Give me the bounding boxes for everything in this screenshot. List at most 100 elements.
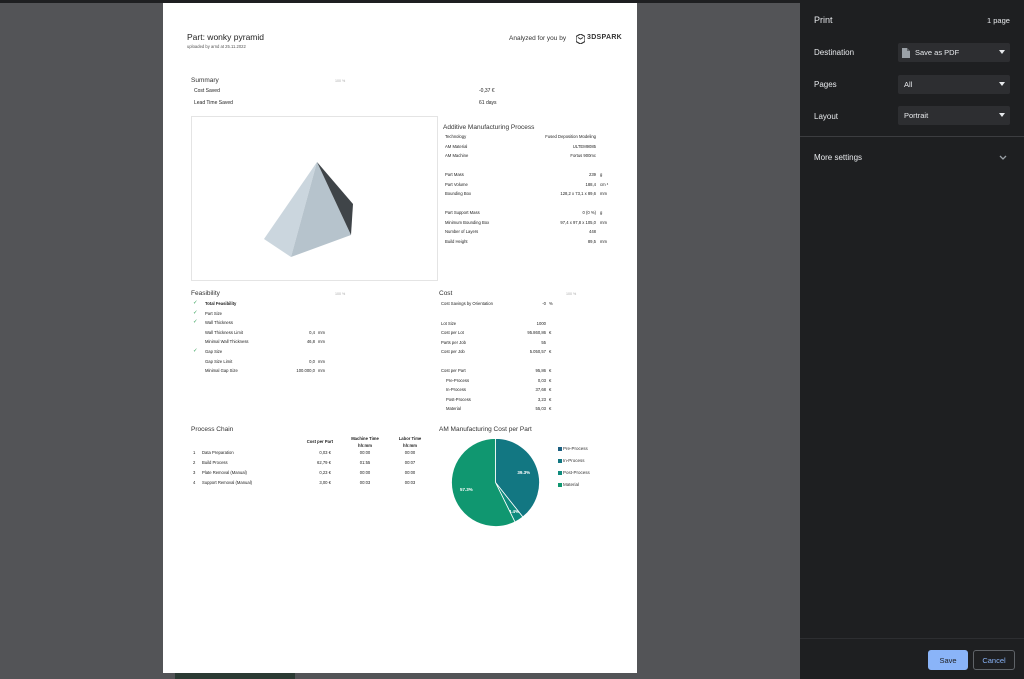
am-row-value: 448: [589, 229, 596, 234]
feasibility-label: Part Size: [205, 310, 222, 316]
am-row-label: Minimum Bounding Box: [445, 219, 490, 225]
cost-value: 5.050,57: [529, 349, 546, 354]
layout-select[interactable]: Portrait: [898, 106, 1010, 125]
legend-entry: Pre-Process: [563, 446, 588, 451]
cost-unit: €: [549, 397, 552, 402]
feasibility-label: Total Feasibility: [205, 301, 237, 306]
check-icon: ✓: [193, 300, 198, 306]
chevron-down-icon: [999, 50, 1005, 54]
chain-machine-time: 00:00: [359, 450, 371, 455]
am-row-value: ULTEM9085: [572, 143, 596, 149]
cost-label: Lot Size: [441, 321, 457, 326]
feasibility-label: Gap Size Limit: [205, 358, 233, 364]
cost-value: 55,03: [535, 406, 546, 411]
col-machine-time-unit: hh:mm: [358, 443, 372, 448]
cost-value: 37,68: [535, 387, 546, 392]
am-row-label: Bounding Box: [445, 191, 472, 196]
am-row-label: Number of Layers: [445, 229, 479, 234]
am-row-value: Fused Deposition Modeling: [545, 134, 596, 139]
cancel-button[interactable]: Cancel: [973, 650, 1015, 670]
am-row-value: 89,5: [587, 238, 596, 244]
layout-value: Portrait: [904, 111, 929, 120]
legend-swatch: [558, 470, 562, 475]
feasibility-unit: mm: [318, 329, 325, 335]
summary-value: 61 days: [479, 100, 497, 106]
am-row-value: 97,4 x 97,8 x 105,0: [560, 219, 596, 225]
cost-label: Pre-Process: [446, 378, 470, 383]
destination-select[interactable]: Save as PDF: [898, 43, 1010, 62]
cost-unit: €: [549, 406, 552, 411]
chain-machine-time: 00:03: [359, 480, 371, 485]
bottom-strip: [175, 673, 295, 679]
cost-value: -0: [542, 301, 546, 306]
page-count: 1 page: [987, 16, 1010, 25]
cost-value: 95.860,86: [527, 330, 546, 335]
cost-value: 95,86: [535, 368, 546, 373]
summary-label: Lead Time Saved: [194, 100, 233, 106]
cost-unit: €: [549, 349, 552, 354]
am-row-unit: mm: [600, 238, 607, 244]
am-process-heading: Additive Manufacturing Process: [443, 124, 535, 131]
feasibility-unit: mm: [318, 339, 325, 345]
feasibility-label: Wall Thickness Limit: [205, 329, 243, 335]
pyramid-model-icon: [264, 162, 353, 257]
am-row-value: Fortus 900mc: [570, 153, 596, 158]
legend-swatch: [558, 446, 562, 451]
layout-label: Layout: [814, 112, 839, 121]
report-uploaded: uploaded by arnd at 25.11.2022: [187, 44, 246, 49]
feasibility-value: 46,8: [306, 339, 315, 345]
brand-mark-icon: [576, 34, 585, 44]
cost-label: Cost per Lot: [441, 330, 464, 335]
print-settings-panel: Print 1 page Destination Save as PDF Pag…: [800, 0, 1024, 679]
summary-pct: 100 %: [335, 79, 346, 83]
pages-value: All: [904, 80, 913, 89]
destination-value: Save as PDF: [915, 48, 960, 57]
print-preview-area[interactable]: Part: wonky pyramid uploaded by arnd at …: [0, 3, 800, 679]
footer-divider: [800, 638, 1024, 639]
chain-machine-time: 01:55: [359, 460, 371, 465]
am-row-label: Part Volume: [445, 181, 468, 187]
feasibility-label: Minimal Gap Size: [205, 368, 238, 374]
destination-label: Destination: [814, 48, 855, 57]
cost-value: 0,03: [537, 378, 546, 383]
am-row-label: Build Height: [445, 238, 468, 244]
chart-title: AM Manufacturing Cost per Part: [439, 426, 532, 433]
cost-unit: €: [549, 368, 552, 373]
part-3d-viewer[interactable]: [191, 116, 438, 281]
cost-pie-chart: 39.3%3.4%57.3%: [451, 438, 540, 527]
chain-step-number: 2: [193, 460, 196, 465]
save-button[interactable]: Save: [928, 650, 968, 670]
chevron-down-icon: [999, 82, 1005, 86]
feasibility-label: Gap Size: [205, 349, 223, 354]
am-row-value: 239: [589, 172, 596, 177]
cost-label: In-Process: [446, 387, 467, 392]
pages-select[interactable]: All: [898, 75, 1010, 94]
cost-unit: €: [549, 330, 552, 335]
chain-step-name: Plate Removal (Manual): [202, 470, 247, 475]
cost-unit: €: [549, 387, 552, 392]
pages-label: Pages: [814, 80, 837, 89]
feasibility-value: 0,0: [309, 358, 315, 364]
report-title: Part: wonky pyramid: [187, 32, 264, 42]
cost-value: 55: [541, 340, 546, 345]
cost-label: Post-Process: [446, 397, 471, 402]
chain-labor-time: 00:07: [404, 460, 416, 465]
col-machine-time: Machine Time: [351, 436, 379, 441]
am-row-label: Part Support Mass: [445, 210, 480, 215]
check-icon: ✓: [193, 348, 198, 354]
chain-labor-time: 00:00: [404, 450, 416, 455]
more-settings-toggle[interactable]: More settings: [800, 145, 1024, 171]
more-settings-label: More settings: [814, 153, 863, 162]
process-chain-heading: Process Chain: [191, 426, 234, 433]
cost-label: Cost per Part: [441, 368, 466, 373]
feasibility-unit: mm: [318, 358, 325, 364]
check-icon: ✓: [193, 319, 198, 326]
cost-value: 1000: [536, 321, 546, 326]
chain-step-cost: 0,23 €: [319, 470, 331, 475]
chain-labor-time: 00:00: [404, 470, 416, 475]
am-row-label: AM Material: [445, 143, 468, 149]
check-icon: ✓: [193, 309, 198, 316]
pie-data-label: 57.3%: [460, 487, 473, 492]
summary-label: Cost Saved: [194, 88, 220, 94]
am-row-label: Technology: [445, 134, 467, 139]
